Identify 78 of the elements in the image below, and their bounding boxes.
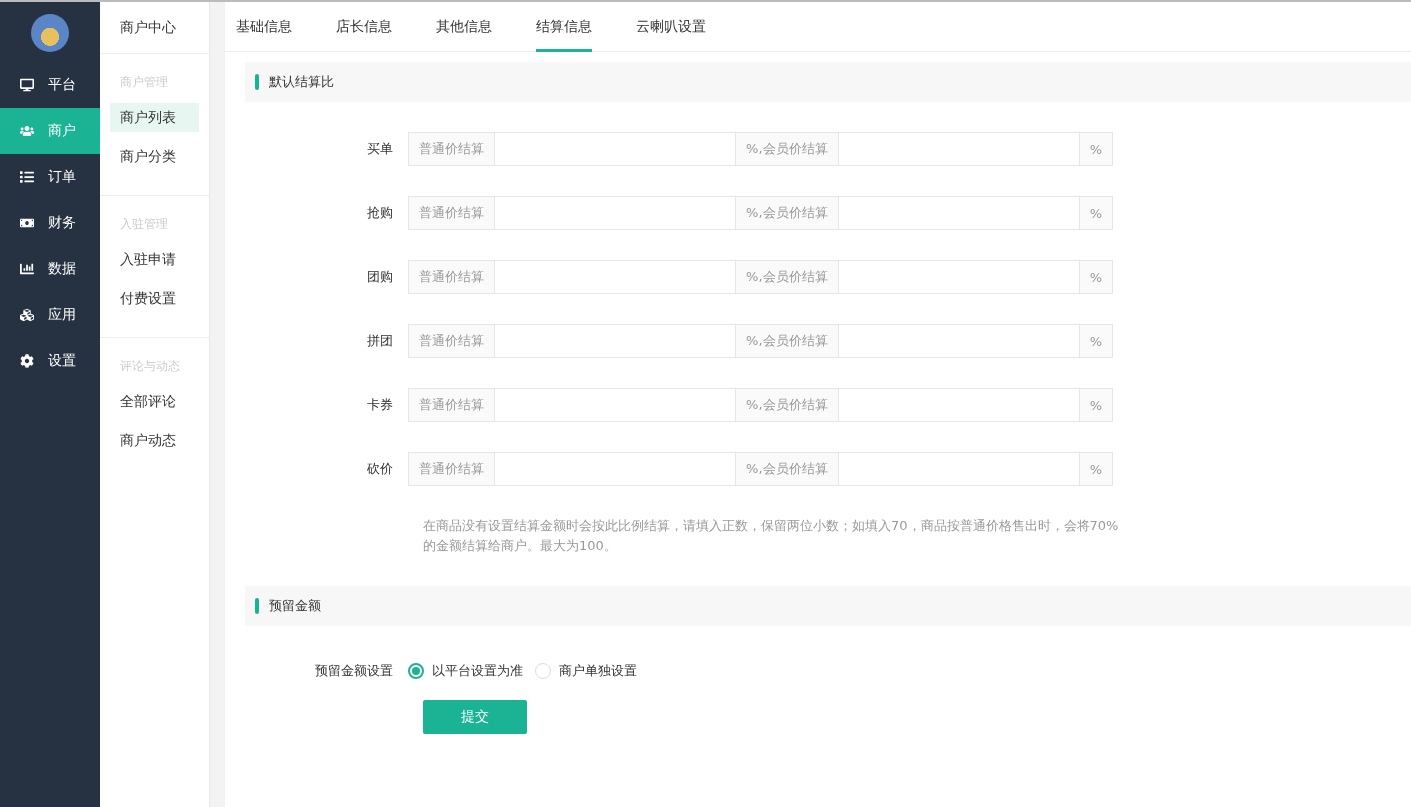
input-field[interactable] — [495, 196, 736, 230]
input-addon: %,会员价结算 — [735, 388, 839, 422]
input-field[interactable] — [838, 260, 1079, 294]
cubes-icon — [20, 308, 34, 322]
tab[interactable]: 基础信息 — [236, 2, 292, 52]
radio-button[interactable] — [408, 663, 424, 679]
input-field[interactable] — [838, 324, 1079, 358]
input-field[interactable] — [838, 196, 1079, 230]
input-addon: % — [1078, 260, 1113, 294]
input-field[interactable] — [495, 132, 736, 166]
settings-icon — [20, 354, 34, 368]
hint-text: 在商品没有设置结算金额时会按此比例结算，请填入正数，保留两位小数；如填入70，商品按普通价格售出时，会将70%的金额结算给商户。最大为100。 — [423, 517, 1120, 555]
input-field[interactable] — [495, 260, 736, 294]
input-field[interactable] — [495, 388, 736, 422]
subnav-item[interactable]: 商户分类 — [110, 142, 199, 171]
input-addon: % — [1078, 452, 1113, 486]
nav-item[interactable]: 数据 — [0, 246, 100, 292]
section-title: 默认结算比 — [269, 73, 334, 91]
accent-bar — [255, 598, 259, 614]
tab[interactable]: 云喇叭设置 — [636, 2, 706, 52]
nav-item[interactable]: 财务 — [0, 200, 100, 246]
banknote-icon — [20, 216, 34, 230]
tab[interactable]: 其他信息 — [436, 2, 492, 52]
input-field[interactable] — [495, 324, 736, 358]
input-addon: 普通价结算 — [408, 324, 495, 358]
subnav-item[interactable]: 付费设置 — [110, 284, 199, 313]
field-label: 团购 — [366, 268, 394, 286]
input-addon: %,会员价结算 — [735, 452, 839, 486]
nav-label: 订单 — [48, 168, 76, 186]
tab[interactable]: 结算信息 — [536, 2, 592, 52]
field-label: 抢购 — [366, 204, 394, 222]
input-field[interactable] — [838, 452, 1079, 486]
input-addon: % — [1078, 324, 1113, 358]
input-field[interactable] — [838, 388, 1079, 422]
nav-item[interactable]: 应用 — [0, 292, 100, 338]
nav-label: 财务 — [48, 214, 76, 232]
input-addon: %,会员价结算 — [735, 260, 839, 294]
nav-item[interactable]: 设置 — [0, 338, 100, 384]
list-icon — [20, 170, 34, 184]
subnav-item[interactable]: 商户列表 — [110, 103, 199, 132]
accent-bar — [255, 74, 259, 90]
subnav-title: 商户中心 — [120, 18, 176, 37]
input-addon: 普通价结算 — [408, 196, 495, 230]
nav-label: 数据 — [48, 260, 76, 278]
subnav-item[interactable]: 入驻申请 — [110, 245, 199, 274]
nav-label: 设置 — [48, 352, 76, 370]
input-field[interactable] — [495, 452, 736, 486]
input-addon: %,会员价结算 — [735, 196, 839, 230]
input-addon: % — [1078, 196, 1113, 230]
input-addon: % — [1078, 132, 1113, 166]
input-field[interactable] — [838, 132, 1079, 166]
users-icon — [20, 124, 34, 138]
logo-avatar — [31, 14, 69, 52]
nav-label: 应用 — [48, 306, 76, 324]
field-label: 买单 — [366, 140, 394, 158]
monitor-icon — [20, 78, 34, 92]
nav-item[interactable]: 订单 — [0, 154, 100, 200]
bar-chart-icon — [20, 262, 34, 276]
radio-label: 商户单独设置 — [559, 662, 637, 680]
input-addon: % — [1078, 388, 1113, 422]
input-addon: 普通价结算 — [408, 388, 495, 422]
input-addon: 普通价结算 — [408, 452, 495, 486]
radio-label: 以平台设置为准 — [432, 662, 523, 680]
input-addon: 普通价结算 — [408, 260, 495, 294]
nav-label: 商户 — [48, 122, 76, 140]
input-addon: %,会员价结算 — [735, 324, 839, 358]
nav-label: 平台 — [48, 76, 76, 94]
tab[interactable]: 店长信息 — [336, 2, 392, 52]
subnav-item[interactable]: 全部评论 — [110, 387, 199, 416]
section-title: 预留金额 — [269, 597, 321, 615]
field-label: 卡券 — [366, 396, 394, 414]
field-label: 预留金额设置 — [314, 662, 394, 680]
field-label: 拼团 — [366, 332, 394, 350]
subnav-item[interactable]: 商户动态 — [110, 426, 199, 455]
input-addon: %,会员价结算 — [735, 132, 839, 166]
field-label: 砍价 — [366, 460, 394, 478]
nav-item[interactable]: 平台 — [0, 62, 100, 108]
input-addon: 普通价结算 — [408, 132, 495, 166]
